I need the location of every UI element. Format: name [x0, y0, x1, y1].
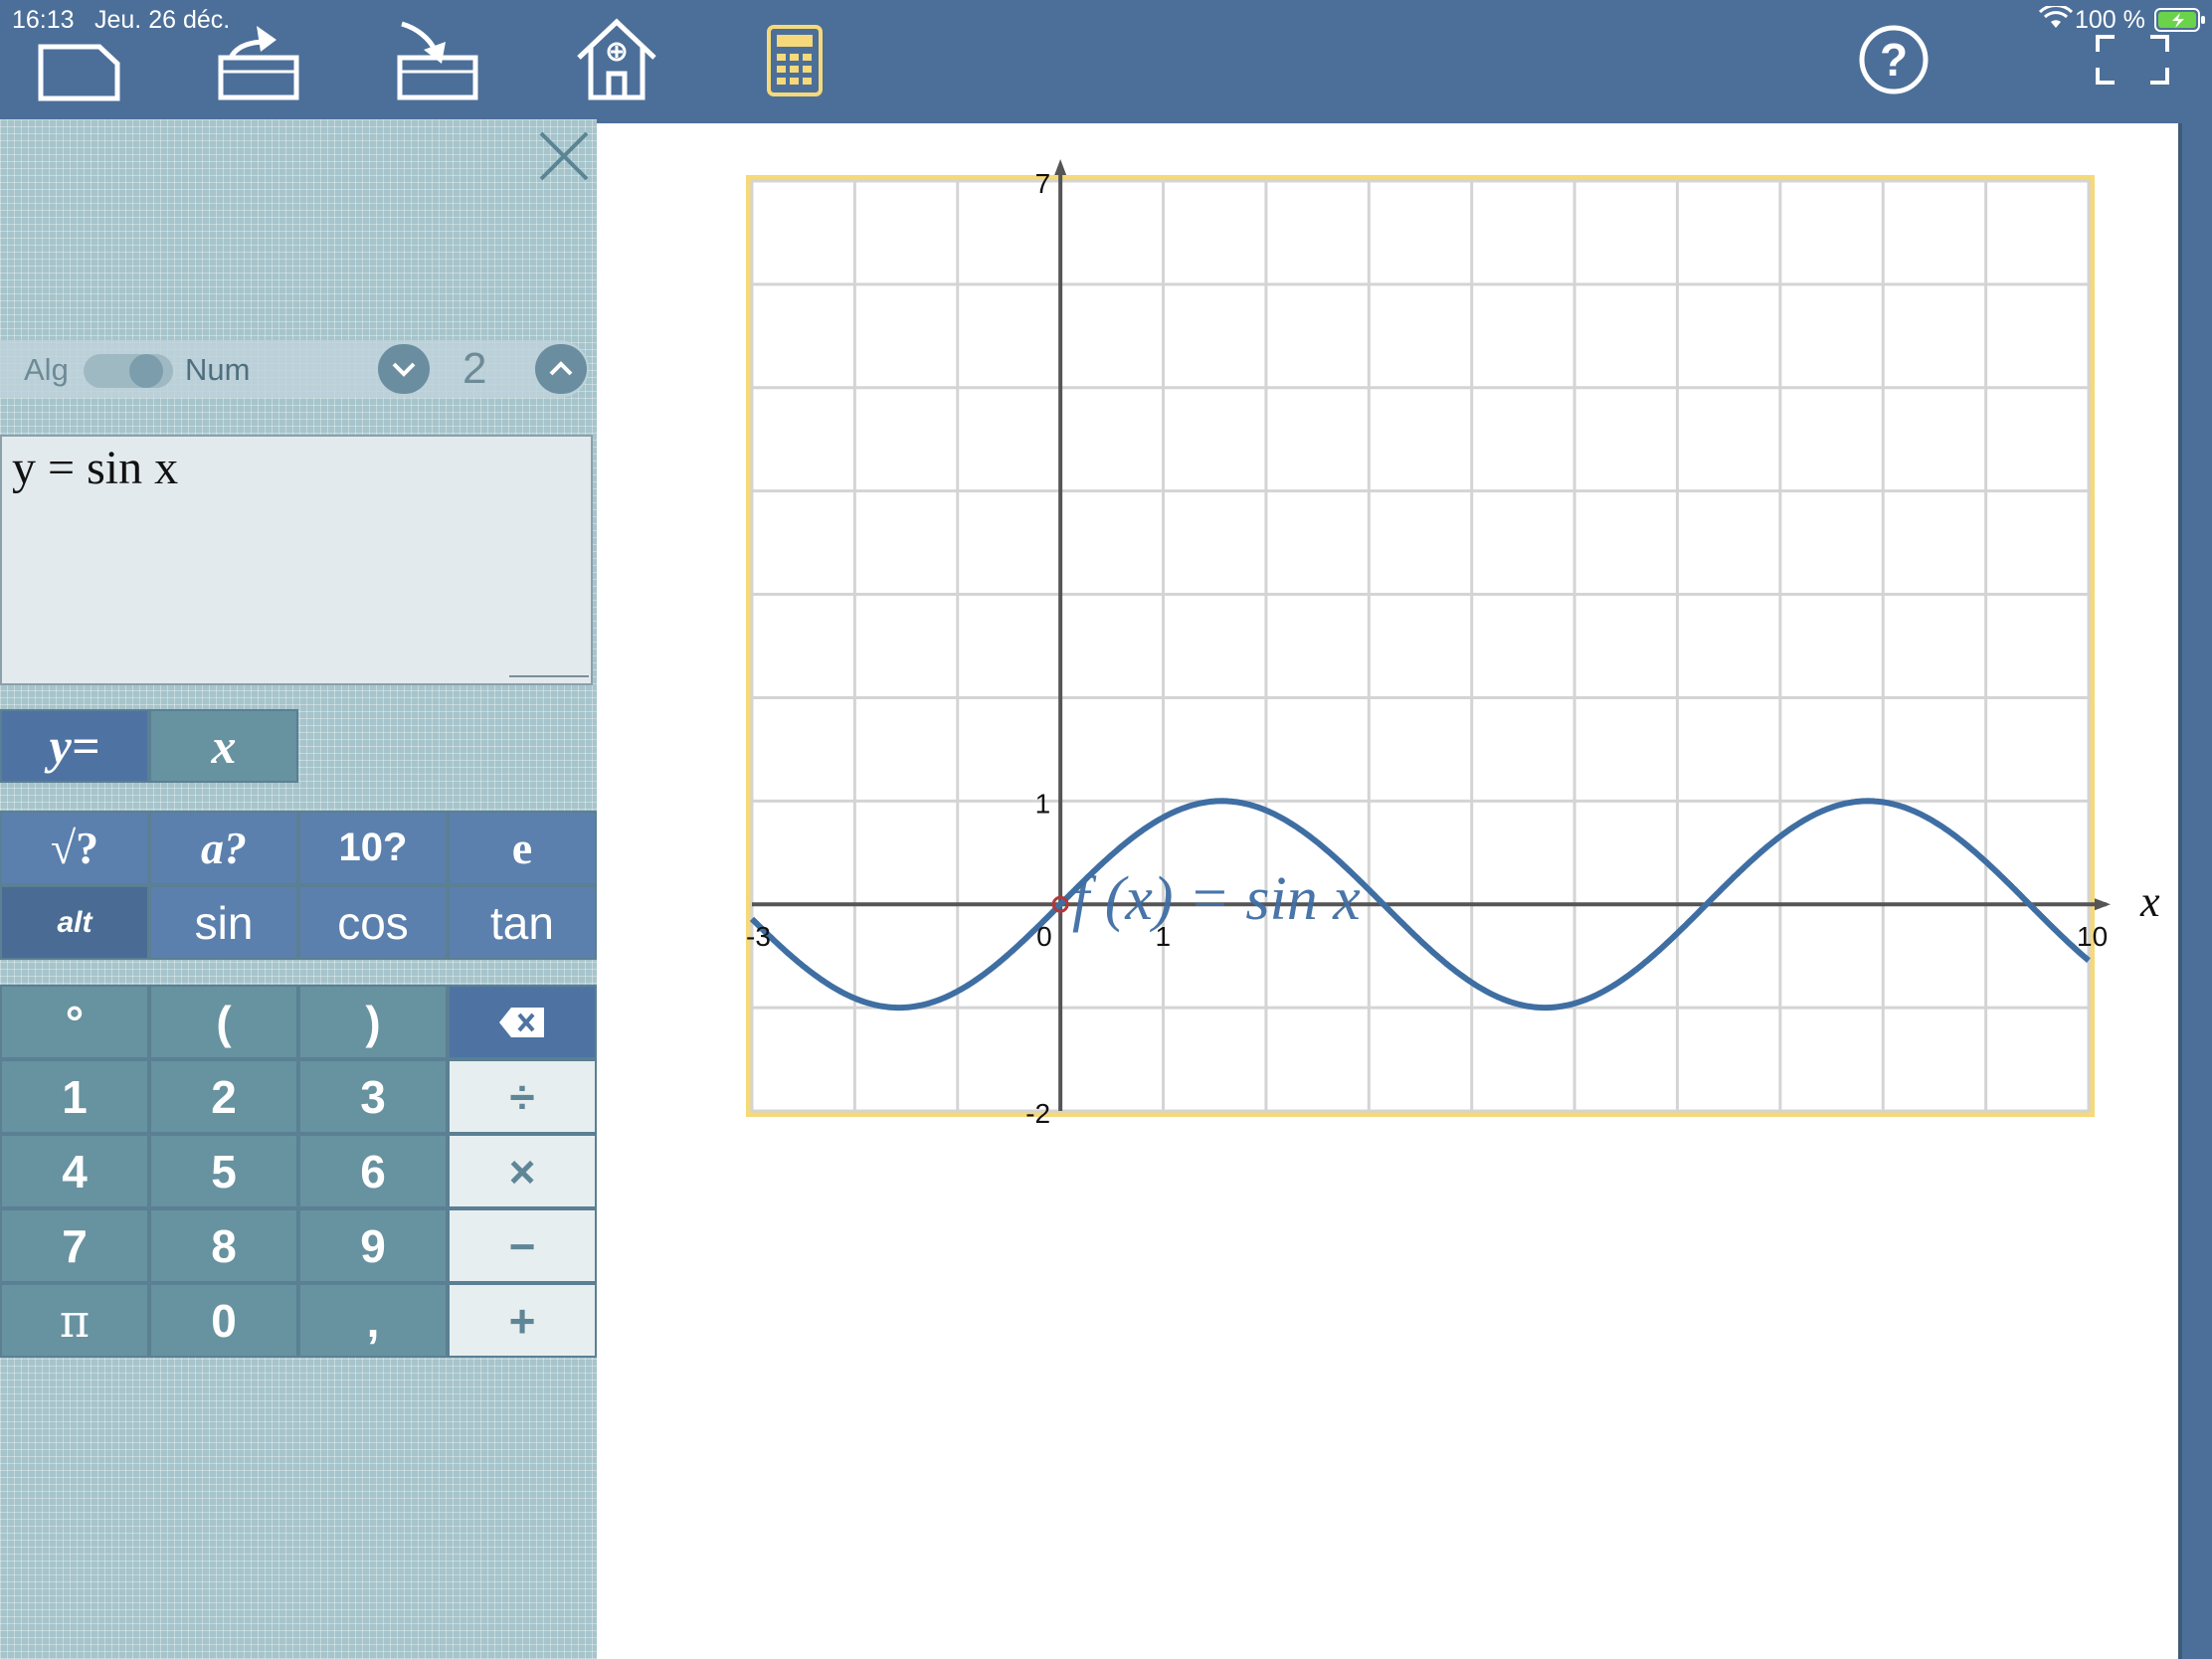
- battery-percent: 100 %: [2075, 6, 2145, 34]
- home-icon: [577, 18, 656, 100]
- function-graph[interactable]: -3 0 1 1071-2 f (x) = sin x x: [597, 123, 2178, 1659]
- key-8[interactable]: 8: [149, 1208, 298, 1283]
- key-e[interactable]: e: [448, 811, 597, 885]
- x-tick-label: 0: [1036, 921, 1052, 952]
- y-tick-label: -2: [1025, 1098, 1050, 1129]
- new-document-icon: [38, 44, 120, 101]
- key-7[interactable]: 7: [0, 1208, 149, 1283]
- mode-toggle[interactable]: [84, 354, 173, 388]
- key-minus[interactable]: −: [448, 1208, 597, 1283]
- chevron-down-icon: [392, 362, 416, 377]
- x-axis-arrow: [2095, 898, 2111, 911]
- expression-cursor-line: [509, 675, 589, 677]
- wifi-icon: [2038, 4, 2074, 37]
- key-1[interactable]: 1: [0, 1059, 149, 1134]
- mode-num-label: Num: [185, 352, 251, 387]
- import-icon: [397, 21, 478, 100]
- status-time: 16:13: [12, 6, 75, 34]
- expression-editor[interactable]: y = sin x: [0, 435, 593, 685]
- x-axis-label: x: [2139, 877, 2160, 926]
- grid: [746, 175, 2095, 1117]
- top-toolbar: 16:13 Jeu. 26 déc. 100 % ?: [0, 0, 2212, 119]
- key-plus[interactable]: +: [448, 1283, 597, 1358]
- export-button[interactable]: [217, 18, 300, 101]
- plot-frame: [746, 175, 2095, 1117]
- key-3[interactable]: 3: [298, 1059, 448, 1134]
- mode-alg-label: Alg: [24, 352, 69, 387]
- key-backspace[interactable]: [448, 985, 597, 1059]
- graph-canvas[interactable]: -3 0 1 10 7 1 -2 f (x) = sin x x: [597, 123, 2182, 1659]
- home-button[interactable]: [575, 18, 658, 101]
- key-sin[interactable]: sin: [149, 885, 298, 960]
- precision-value: 2: [462, 344, 487, 393]
- y-tick-label: 7: [1035, 168, 1051, 199]
- key-tan[interactable]: tan: [448, 885, 597, 960]
- x-tick-label: 10: [2077, 921, 2108, 952]
- tab-x[interactable]: x: [149, 709, 298, 783]
- y-tick-label: 1: [1035, 788, 1051, 819]
- precision-up-button[interactable]: [535, 344, 587, 394]
- key-comma[interactable]: ,: [298, 1283, 448, 1358]
- input-panel: Alg Num 2 y = sin x y= x √? a? 10? e alt…: [0, 119, 597, 1659]
- status-date: Jeu. 26 déc.: [94, 6, 231, 34]
- svg-text:?: ?: [1880, 34, 1908, 86]
- key-divide[interactable]: ÷: [448, 1059, 597, 1134]
- backspace-icon: [499, 1007, 544, 1037]
- fullscreen-button[interactable]: [2095, 34, 2170, 86]
- close-icon: [539, 131, 589, 181]
- precision-down-button[interactable]: [378, 344, 430, 394]
- key-open-paren[interactable]: (: [149, 985, 298, 1059]
- key-4[interactable]: 4: [0, 1134, 149, 1208]
- y-axis-arrow: [1054, 159, 1067, 175]
- mode-bar: Alg Num 2: [0, 340, 589, 398]
- import-button[interactable]: [396, 18, 479, 101]
- x-tick-label: -3: [746, 921, 771, 952]
- key-degree[interactable]: °: [0, 985, 149, 1059]
- key-6[interactable]: 6: [298, 1134, 448, 1208]
- key-0[interactable]: 0: [149, 1283, 298, 1358]
- fullscreen-icon: [2096, 35, 2169, 85]
- tab-y-equals[interactable]: y=: [0, 709, 149, 783]
- chevron-up-icon: [549, 361, 573, 376]
- key-pi[interactable]: π: [0, 1283, 149, 1358]
- key-2[interactable]: 2: [149, 1059, 298, 1134]
- axes: [752, 159, 2111, 1111]
- key-5[interactable]: 5: [149, 1134, 298, 1208]
- export-icon: [218, 26, 299, 100]
- key-9[interactable]: 9: [298, 1208, 448, 1283]
- key-ten-power[interactable]: 10?: [298, 811, 448, 885]
- expression-text: y = sin x: [12, 442, 179, 494]
- close-panel-button[interactable]: [537, 129, 591, 183]
- function-annotation: f (x) = sin x: [1072, 865, 1361, 933]
- new-document-button[interactable]: [38, 44, 121, 101]
- calculator-icon: [767, 25, 823, 96]
- calculator-button[interactable]: [766, 24, 824, 97]
- key-multiply[interactable]: ×: [448, 1134, 597, 1208]
- key-power[interactable]: a?: [149, 811, 298, 885]
- help-icon: ?: [1859, 25, 1929, 94]
- mode-toggle-knob: [129, 354, 163, 388]
- key-alt[interactable]: alt: [0, 885, 149, 960]
- labels: -3 0 1 1071-2: [746, 168, 2108, 1129]
- key-cos[interactable]: cos: [298, 885, 448, 960]
- key-sqrt[interactable]: √?: [0, 811, 149, 885]
- key-close-paren[interactable]: ): [298, 985, 448, 1059]
- help-button[interactable]: ?: [1858, 24, 1930, 95]
